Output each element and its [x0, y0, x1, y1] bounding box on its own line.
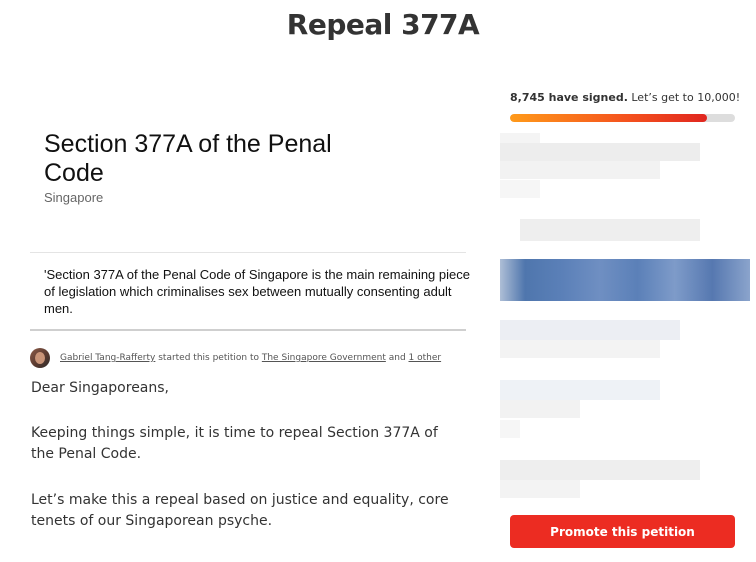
blurred-signer-block	[500, 340, 660, 358]
blurred-signer-block	[500, 420, 520, 438]
starter-and-text: and	[385, 353, 409, 363]
card-bottom-divider	[30, 329, 466, 331]
goal-text: Let’s get to 10,000!	[627, 91, 741, 104]
body-paragraph-1: Dear Singaporeans,	[31, 380, 170, 396]
starter-name-link[interactable]: Gabriel Tang-Rafferty	[60, 353, 155, 363]
blurred-signer-block	[500, 161, 660, 179]
card-title: Section 377A of the Penal Code	[44, 130, 332, 187]
blurred-signer-block	[500, 320, 680, 340]
blurred-signer-block	[500, 380, 660, 400]
signature-count: 8,745 have signed. Let’s get to 10,000!	[510, 91, 740, 104]
blurred-signer-block	[500, 460, 700, 480]
starter-text: Gabriel Tang-Rafferty started this petit…	[60, 353, 441, 363]
card-location: Singapore	[44, 190, 104, 205]
signed-count-text: 8,745 have signed.	[510, 91, 628, 104]
starter-middle-text: started this petition to	[155, 353, 262, 363]
blurred-signer-block	[500, 480, 580, 498]
blurred-signer-block	[500, 400, 580, 418]
card-excerpt: 'Section 377A of the Penal Code of Singa…	[44, 267, 470, 316]
blurred-signer-block	[500, 143, 700, 161]
starter-row: Gabriel Tang-Rafferty started this petit…	[30, 347, 441, 369]
card-divider	[30, 252, 466, 253]
target-link[interactable]: The Singapore Government	[262, 353, 386, 363]
page-title: Repeal 377A	[286, 8, 480, 41]
signature-progress-fill	[510, 114, 707, 122]
blurred-signer-block	[500, 180, 540, 198]
promote-petition-button[interactable]: Promote this petition	[510, 515, 735, 548]
signature-progress-bar	[510, 114, 735, 122]
body-paragraph-2: Keeping things simple, it is time to rep…	[31, 425, 438, 462]
avatar[interactable]	[30, 348, 50, 368]
blurred-banner-image	[500, 259, 750, 301]
other-targets-link[interactable]: 1 other	[409, 353, 442, 363]
body-paragraph-3: Let’s make this a repeal based on justic…	[31, 492, 449, 529]
blurred-signer-block	[520, 219, 700, 241]
